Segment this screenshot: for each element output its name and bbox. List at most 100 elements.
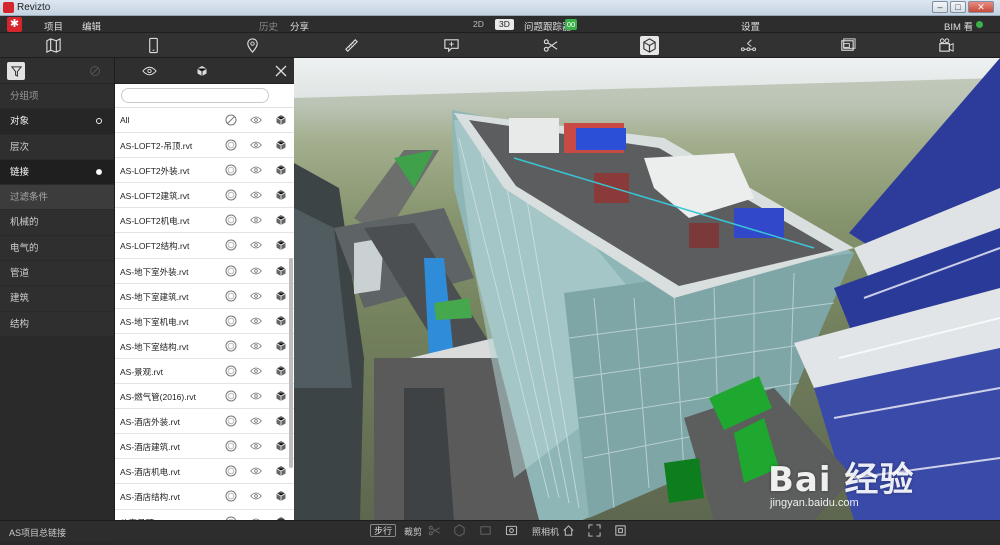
category-item[interactable]: 对象 [0, 109, 114, 135]
hide-circle-icon[interactable] [225, 390, 237, 402]
filter-icon[interactable] [7, 62, 25, 80]
clip-plane-icon[interactable] [479, 524, 492, 537]
disabled-circle-icon[interactable] [225, 114, 237, 126]
file-row[interactable]: AS-LOFT2机电.rvt [115, 208, 294, 234]
cube-icon[interactable] [275, 114, 287, 126]
cube-icon[interactable] [275, 164, 287, 176]
file-row[interactable]: AS-酒店外装.rvt [115, 409, 294, 435]
eye-icon[interactable] [250, 139, 262, 151]
hide-circle-icon[interactable] [225, 365, 237, 377]
hide-circle-icon[interactable] [225, 239, 237, 251]
file-row[interactable]: AS-地下室机电.rvt [115, 309, 294, 334]
cube-icon[interactable] [275, 239, 287, 251]
radio-indicator-icon[interactable] [96, 168, 102, 175]
file-row[interactable]: AS-酒店机电.rvt [115, 459, 294, 485]
walk-mode-button[interactable]: 步行 [370, 524, 397, 537]
camera-label[interactable]: 照相机 [532, 525, 559, 538]
cube-icon[interactable] [275, 465, 287, 477]
eye-icon[interactable] [250, 490, 262, 502]
solid-cube-icon[interactable] [194, 63, 210, 79]
minimize-button[interactable]: – [932, 1, 948, 13]
category-item[interactable]: 电气的 [0, 236, 114, 262]
fit-view-icon[interactable] [588, 524, 601, 537]
cube-icon[interactable] [275, 490, 287, 502]
eye-icon[interactable] [250, 265, 262, 277]
file-row[interactable]: AS-酒店结构.rvt [115, 484, 294, 510]
hide-circle-icon[interactable] [225, 340, 237, 352]
clip-settings-icon[interactable] [505, 524, 518, 537]
eye-icon[interactable] [250, 440, 262, 452]
eye-icon[interactable] [250, 415, 262, 427]
category-item[interactable]: 分组项 [0, 84, 114, 110]
hide-circle-icon[interactable] [225, 315, 237, 327]
file-search-input[interactable] [121, 88, 269, 103]
category-item[interactable]: 链接 [0, 159, 114, 186]
radio-indicator-icon[interactable] [96, 118, 102, 125]
category-item[interactable]: 建筑 [0, 286, 114, 312]
menu-history[interactable]: 历史 [259, 19, 278, 33]
menu-project[interactable]: 项目 [44, 19, 63, 33]
category-item[interactable]: 结构 [0, 312, 114, 337]
eye-icon[interactable] [250, 214, 262, 226]
objects-cube-icon[interactable] [640, 36, 659, 55]
cube-icon[interactable] [275, 189, 287, 201]
hide-circle-icon[interactable] [225, 465, 237, 477]
hide-circle-icon[interactable] [225, 440, 237, 452]
eye-icon[interactable] [250, 340, 262, 352]
file-row[interactable]: AS-LOFT2结构.rvt [115, 233, 294, 259]
eye-icon[interactable] [250, 189, 262, 201]
path-nodes-icon[interactable] [739, 36, 758, 55]
category-item[interactable]: 过滤条件 [0, 185, 114, 211]
file-row[interactable]: AS-燃气管(2016).rvt [115, 384, 294, 410]
app-menu-logo-icon[interactable]: ✱ [7, 17, 22, 32]
add-markup-icon[interactable] [442, 36, 461, 55]
eye-icon[interactable] [250, 290, 262, 302]
scissors-icon[interactable] [428, 524, 441, 537]
maximize-button[interactable]: □ [950, 1, 966, 13]
menu-share[interactable]: 分享 [290, 19, 309, 33]
view-3d-toggle[interactable]: 3D [495, 19, 514, 30]
hide-circle-icon[interactable] [225, 214, 237, 226]
measure-ruler-icon[interactable] [342, 36, 361, 55]
cube-icon[interactable] [275, 265, 287, 277]
category-item[interactable]: 管道 [0, 261, 114, 287]
hide-circle-icon[interactable] [225, 164, 237, 176]
hide-circle-icon[interactable] [225, 189, 237, 201]
eye-icon[interactable] [250, 365, 262, 377]
clip-box-icon[interactable] [453, 524, 466, 537]
hide-circle-icon[interactable] [225, 290, 237, 302]
cube-icon[interactable] [275, 290, 287, 302]
file-row[interactable]: AS-LOFT2外装.rvt [115, 158, 294, 184]
category-item[interactable]: 层次 [0, 135, 114, 160]
clip-button[interactable]: 裁剪 [404, 525, 422, 538]
cube-icon[interactable] [275, 440, 287, 452]
home-icon[interactable] [562, 524, 575, 537]
visibility-eye-icon[interactable] [141, 63, 157, 79]
hide-circle-icon[interactable] [225, 415, 237, 427]
map-icon[interactable] [44, 36, 63, 55]
eye-icon[interactable] [250, 164, 262, 176]
cube-icon[interactable] [275, 340, 287, 352]
cube-icon[interactable] [275, 415, 287, 427]
file-row[interactable]: AS-地下室建筑.rvt [115, 284, 294, 309]
menu-edit[interactable]: 编辑 [82, 19, 101, 33]
cube-icon[interactable] [275, 139, 287, 151]
category-item[interactable]: 机械的 [0, 210, 114, 236]
tablet-icon[interactable] [144, 36, 163, 55]
cube-icon[interactable] [275, 214, 287, 226]
file-row[interactable]: AS-酒店建筑.rvt [115, 434, 294, 460]
file-row[interactable]: AS-景观.rvt [115, 359, 294, 385]
cube-icon[interactable] [275, 390, 287, 402]
hide-circle-icon[interactable] [225, 265, 237, 277]
hide-circle-icon[interactable] [225, 490, 237, 502]
file-row-all[interactable]: All [115, 108, 294, 134]
file-row[interactable]: AS-LOFT2建筑.rvt [115, 183, 294, 209]
eye-icon[interactable] [250, 239, 262, 251]
file-row[interactable]: AS-地下室结构.rvt [115, 334, 294, 359]
hide-circle-icon[interactable] [225, 139, 237, 151]
zoom-extents-icon[interactable] [614, 524, 627, 537]
file-row[interactable]: AS-LOFT2-吊顶.rvt [115, 133, 294, 159]
camera-icon[interactable] [937, 36, 956, 55]
bim-view-toggle[interactable]: BIM 看 [944, 19, 973, 33]
3d-viewport[interactable]: Bai 经验 jingyan.baidu.com [294, 58, 1000, 520]
